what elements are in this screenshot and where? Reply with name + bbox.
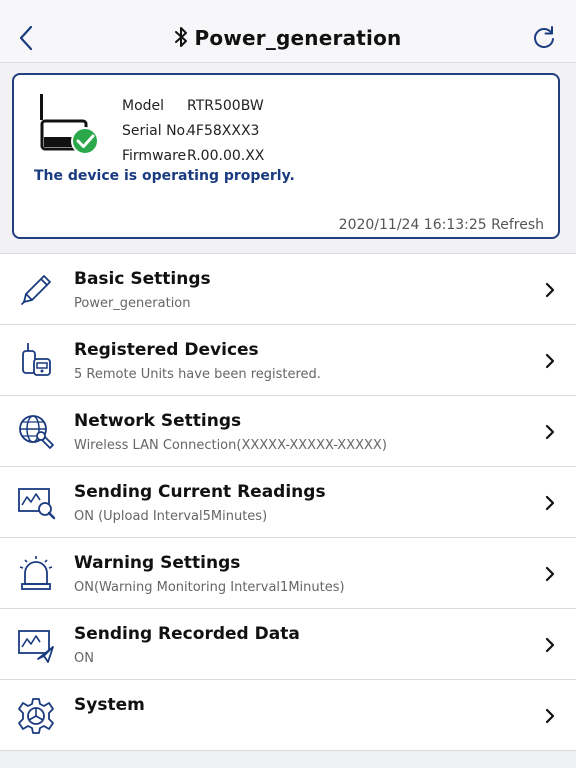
menu-item-label: Network Settings (74, 411, 242, 431)
chevron-right-icon (545, 637, 555, 653)
menu-item-sending-current-readings[interactable]: Sending Current Readings ON (Upload Inte… (0, 467, 576, 538)
settings-menu: Basic Settings Power_generation Register… (0, 253, 576, 751)
firmware-row: FirmwareR.00.00.XX (122, 144, 264, 169)
menu-item-system[interactable]: System (0, 680, 576, 751)
top-bar: Power_generation (0, 0, 576, 63)
base-unit-ok-icon (40, 94, 99, 155)
model-label: Model (122, 98, 165, 114)
model-value: RTR500BW (187, 98, 264, 114)
serial-row: Serial No.4F58XXX3 (122, 119, 264, 144)
menu-item-basic-settings[interactable]: Basic Settings Power_generation (0, 254, 576, 325)
menu-item-sending-recorded-data[interactable]: Sending Recorded Data ON (0, 609, 576, 680)
menu-item-sub: Power_generation (74, 296, 191, 311)
chart-search-icon (18, 488, 56, 520)
pencil-icon (21, 275, 51, 305)
refresh-timestamp[interactable]: 2020/11/24 16:13:25 Refresh (339, 217, 544, 233)
menu-item-label: Sending Current Readings (74, 482, 326, 502)
chevron-right-icon (545, 424, 555, 440)
chevron-right-icon (545, 353, 555, 369)
page-title: Power_generation (194, 26, 402, 50)
refresh-icon[interactable] (530, 24, 558, 52)
menu-item-sub: Wireless LAN Connection(XXXXX-XXXXX-XXXX… (74, 438, 387, 453)
menu-item-sub: ON (Upload Interval5Minutes) (74, 509, 268, 524)
menu-item-label: System (74, 695, 145, 715)
menu-item-label: Registered Devices (74, 340, 259, 360)
device-status-message: The device is operating properly. (34, 168, 295, 184)
menu-item-label: Basic Settings (74, 269, 211, 289)
alarm-light-icon (19, 556, 53, 590)
menu-item-registered-devices[interactable]: Registered Devices 5 Remote Units have b… (0, 325, 576, 396)
chevron-right-icon (545, 566, 555, 582)
chevron-right-icon (545, 708, 555, 724)
menu-item-sub: 5 Remote Units have been registered. (74, 367, 321, 382)
menu-item-sub: ON(Warning Monitoring Interval1Minutes) (74, 580, 345, 595)
chevron-right-icon (545, 282, 555, 298)
menu-item-label: Warning Settings (74, 553, 241, 573)
chart-send-icon (18, 630, 54, 663)
firmware-value: R.00.00.XX (187, 148, 265, 164)
globe-wrench-icon (19, 415, 54, 449)
bluetooth-icon (174, 27, 187, 47)
page-title-wrap: Power_generation (0, 26, 576, 50)
serial-value: 4F58XXX3 (187, 123, 260, 139)
serial-label: Serial No. (122, 123, 190, 139)
device-status-card: Model RTR500BW Serial No.4F58XXX3 Firmwar… (12, 73, 560, 239)
model-row: Model RTR500BW (122, 94, 264, 119)
menu-item-label: Sending Recorded Data (74, 624, 300, 644)
menu-item-warning-settings[interactable]: Warning Settings ON(Warning Monitoring I… (0, 538, 576, 609)
device-info: Model RTR500BW Serial No.4F58XXX3 Firmwar… (122, 94, 264, 169)
bottom-spacer (0, 751, 576, 768)
menu-item-sub: ON (74, 651, 94, 666)
gear-icon (18, 698, 54, 734)
chevron-right-icon (545, 495, 555, 511)
devices-icon (22, 343, 51, 376)
firmware-label: Firmware (122, 148, 187, 164)
menu-item-network-settings[interactable]: Network Settings Wireless LAN Connection… (0, 396, 576, 467)
